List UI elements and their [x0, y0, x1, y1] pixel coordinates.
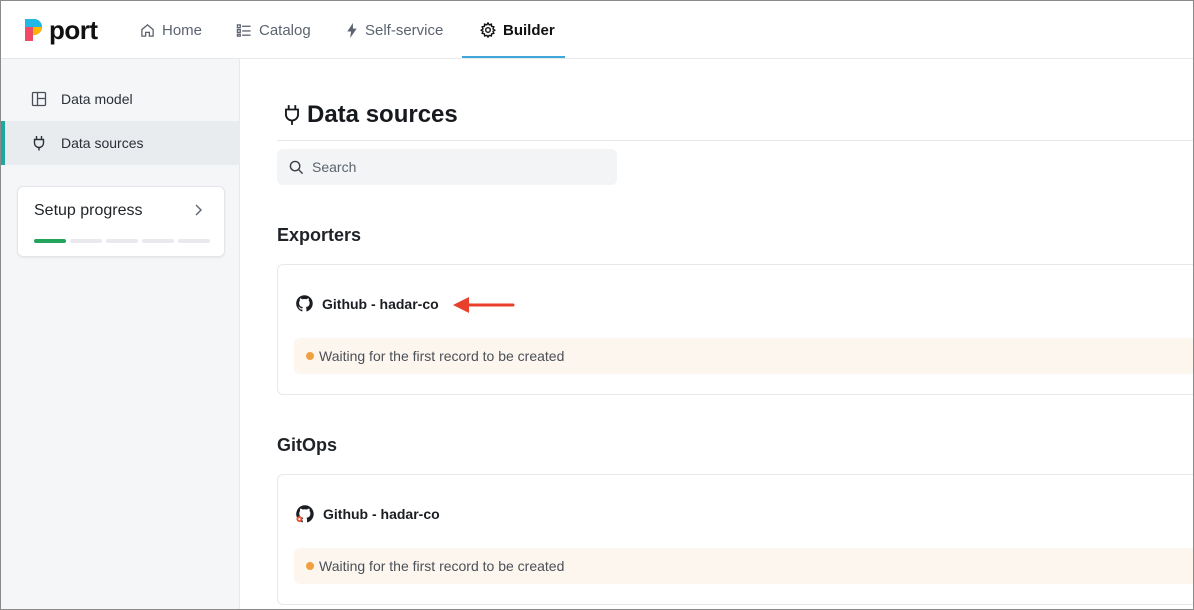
section-title-exporters: Exporters [277, 225, 362, 245]
port-logo[interactable]: port [23, 15, 98, 45]
sidebar-item-label: Data sources [61, 135, 144, 151]
setup-progress-title: Setup progress [34, 202, 143, 219]
chevron-right-icon [195, 204, 202, 216]
progress-segment [142, 239, 174, 243]
home-icon [141, 23, 154, 37]
status-dot [306, 562, 314, 570]
nav-home-label: Home [162, 21, 203, 39]
nav-builder-label: Builder [503, 21, 555, 39]
progress-segment [178, 239, 210, 243]
list-icon [236, 23, 251, 37]
gear-icon [480, 22, 496, 38]
progress-segment [34, 239, 66, 243]
sidebar-item-data-sources[interactable]: Data sources [1, 121, 240, 165]
sidebar-item-label: Data model [61, 91, 133, 107]
annotation-arrow-icon [453, 297, 515, 313]
data-source-name-text: Github - hadar-co [323, 506, 440, 522]
page-title-text: Data sources [307, 101, 458, 128]
progress-segment [70, 239, 102, 243]
data-source-name-text: Github - hadar-co [322, 295, 439, 312]
github-gitops-icon [296, 505, 314, 523]
port-logo-icon [25, 19, 42, 41]
data-source-card[interactable]: Github - hadar-co Waiting for the first … [277, 264, 1193, 395]
nav-self-service-label: Self-service [365, 21, 444, 39]
section-title-gitops: GitOps [277, 435, 338, 455]
nav-self-service[interactable]: Self-service [346, 1, 443, 59]
layout-icon [31, 91, 47, 107]
main-content: Data sources Exporters Github - hadar-co… [241, 59, 1193, 609]
setup-progress-bar [34, 239, 210, 243]
search-input[interactable] [312, 159, 602, 175]
sidebar-item-data-model[interactable]: Data model [1, 77, 240, 121]
search-box[interactable] [277, 149, 617, 185]
status-text: Waiting for the first record to be creat… [319, 348, 565, 364]
page-title: Data sources [283, 99, 458, 131]
nav-builder[interactable]: Builder [480, 1, 555, 59]
status-banner: Waiting for the first record to be creat… [294, 548, 1193, 584]
status-dot [306, 352, 314, 360]
app-window: port Home Catalog Self-service Builder D… [0, 0, 1194, 610]
progress-segment [106, 239, 138, 243]
data-source-card[interactable]: Github - hadar-co Waiting for the first … [277, 474, 1193, 605]
top-navigation: port Home Catalog Self-service Builder [1, 1, 1193, 59]
sidebar: Data model Data sources Setup progress [1, 59, 240, 609]
nav-home[interactable]: Home [140, 1, 202, 59]
status-banner: Waiting for the first record to be creat… [294, 338, 1193, 374]
active-tab-indicator [462, 56, 565, 58]
title-divider [277, 140, 1193, 141]
data-source-name[interactable]: Github - hadar-co [296, 295, 439, 312]
github-icon [296, 295, 313, 312]
nav-catalog[interactable]: Catalog [236, 1, 311, 59]
plug-icon [33, 136, 45, 151]
nav-catalog-label: Catalog [259, 21, 311, 39]
plug-icon [285, 105, 299, 125]
search-icon [289, 160, 304, 174]
data-source-name[interactable]: Github - hadar-co [296, 505, 440, 523]
status-text: Waiting for the first record to be creat… [319, 558, 565, 574]
logo-text: port [49, 15, 98, 45]
setup-progress-card[interactable]: Setup progress [17, 186, 225, 257]
lightning-icon [347, 22, 357, 38]
